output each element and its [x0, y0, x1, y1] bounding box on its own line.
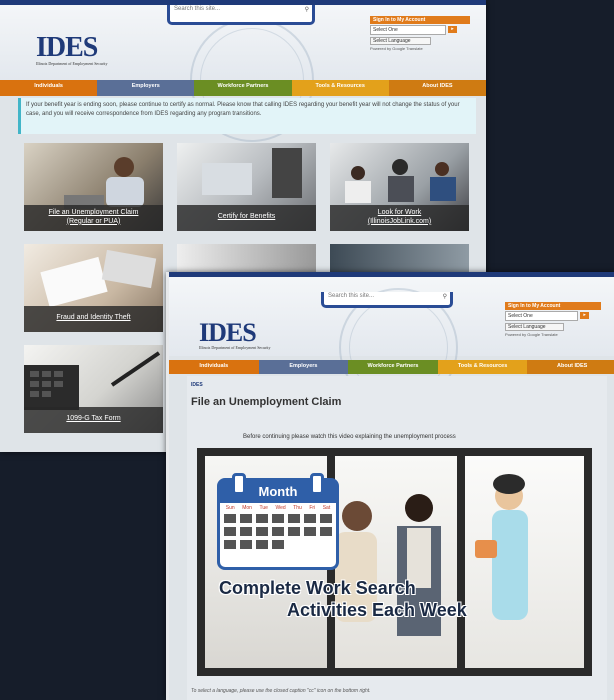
nav-individuals[interactable]: Individuals — [0, 80, 98, 96]
top-bar — [169, 272, 614, 277]
page-title: File an Unemployment Claim — [191, 396, 342, 408]
main-nav: Individuals Employers Workforce Partners… — [0, 80, 486, 96]
explainer-video-player[interactable]: Month Sun Mon Tue Wed Thu Fri Sat Comple… — [197, 448, 592, 676]
weekday: Sat — [322, 505, 331, 511]
search-placeholder: Search this site... — [174, 6, 221, 12]
nav-tools-resources[interactable]: Tools & Resources — [437, 360, 528, 374]
tile-label: File an Unemployment Claim — [48, 209, 139, 217]
signin-label[interactable]: Sign In to My Account — [505, 302, 601, 310]
weekday: Sun — [225, 505, 235, 511]
weekday: Mon — [242, 505, 252, 511]
ides-logo[interactable]: IDES Illinois Department of Employment S… — [36, 32, 108, 66]
search-icon[interactable]: ⚲ — [305, 6, 309, 13]
tile-file-claim[interactable]: File an Unemployment Claim (Regular or PU… — [24, 143, 163, 231]
signin-label[interactable]: Sign In to My Account — [370, 16, 470, 24]
tile-partial-right[interactable] — [330, 244, 469, 274]
tile-sublabel: (Regular or PUA) — [66, 217, 121, 225]
language-select[interactable]: Select Language — [505, 323, 564, 331]
tile-fraud[interactable]: Fraud and Identity Theft — [24, 244, 163, 332]
tile-sublabel: (IllinoisJobLink.com) — [367, 217, 432, 225]
search-icon[interactable]: ⚲ — [443, 293, 447, 300]
nav-about-ides[interactable]: About IDES — [388, 80, 486, 96]
calendar-grid — [224, 514, 332, 549]
powered-by-translate: Powered by Google Translate — [505, 332, 558, 337]
nav-about-ides[interactable]: About IDES — [527, 360, 614, 374]
calendar-ring — [232, 473, 246, 495]
weekday: Tue — [259, 505, 268, 511]
breadcrumb[interactable]: IDES — [191, 382, 203, 388]
search-placeholder: Search this site... — [328, 293, 375, 299]
nav-workforce-partners[interactable]: Workforce Partners — [194, 80, 292, 96]
logo-text: IDES — [36, 32, 98, 63]
tile-1099g[interactable]: 1099-G Tax Form — [24, 345, 163, 433]
video-intro-text: Before continuing please watch this vide… — [243, 434, 456, 440]
signin-select[interactable]: Select One — [370, 25, 446, 35]
language-select[interactable]: Select Language — [370, 37, 431, 45]
calendar-graphic: Month Sun Mon Tue Wed Thu Fri Sat — [217, 473, 339, 570]
benefit-year-notice: If your benefit year is ending soon, ple… — [18, 98, 476, 134]
tile-label: Look for Work — [377, 209, 422, 217]
nav-workforce-partners[interactable]: Workforce Partners — [348, 360, 438, 374]
tile-label: 1099-G Tax Form — [66, 415, 121, 423]
search-input[interactable]: Search this site... ⚲ — [167, 5, 315, 25]
nav-employers[interactable]: Employers — [97, 80, 195, 96]
powered-by-translate: Powered by Google Translate — [370, 46, 423, 51]
content-area: IDES File an Unemployment Claim Before c… — [187, 376, 607, 700]
nav-employers[interactable]: Employers — [258, 360, 349, 374]
signin-select[interactable]: Select One — [505, 311, 579, 321]
tile-certify[interactable]: Certify for Benefits — [177, 143, 316, 231]
signin-go-button[interactable]: ▸ — [448, 26, 457, 34]
language-caption-note: To select a language, please use the clo… — [191, 688, 371, 694]
logo-subtitle: Illinois Department of Employment Securi… — [199, 345, 271, 350]
nav-individuals[interactable]: Individuals — [169, 360, 259, 374]
tile-label: Certify for Benefits — [217, 213, 276, 221]
tile-label: Fraud and Identity Theft — [56, 314, 131, 322]
logo-text: IDES — [199, 318, 257, 347]
ides-logo[interactable]: IDES Illinois Department of Employment S… — [199, 318, 271, 350]
weekday: Thu — [293, 505, 302, 511]
site-header: Search this site... ⚲ IDES Illinois Depa… — [169, 272, 614, 407]
signin-go-button[interactable]: ▸ — [580, 312, 590, 320]
weekday: Wed — [275, 505, 286, 511]
tile-partial-middle[interactable] — [177, 244, 316, 274]
signin-panel: Sign In to My Account Select One ▸ Select… — [370, 16, 470, 51]
logo-subtitle: Illinois Department of Employment Securi… — [36, 61, 108, 66]
video-caption-line2: Activities Each Week — [287, 600, 467, 620]
tile-look-for-work[interactable]: Look for Work (IllinoisJobLink.com) — [330, 143, 469, 231]
nav-tools-resources[interactable]: Tools & Resources — [291, 80, 389, 96]
search-input[interactable]: Search this site... ⚲ — [321, 292, 453, 308]
calendar-weekdays: Sun Mon Tue Wed Thu Fri Sat — [220, 503, 336, 512]
signin-panel: Sign In to My Account Select One ▸ Select… — [505, 302, 601, 337]
weekday: Fri — [309, 505, 316, 511]
video-caption-line1: Complete Work Search — [219, 578, 416, 598]
calendar-ring — [310, 473, 324, 495]
site-header: Search this site... ⚲ IDES Illinois Depa… — [0, 0, 486, 142]
main-nav: Individuals Employers Workforce Partners… — [169, 360, 614, 374]
file-claim-window: Search this site... ⚲ IDES Illinois Depa… — [166, 272, 614, 700]
